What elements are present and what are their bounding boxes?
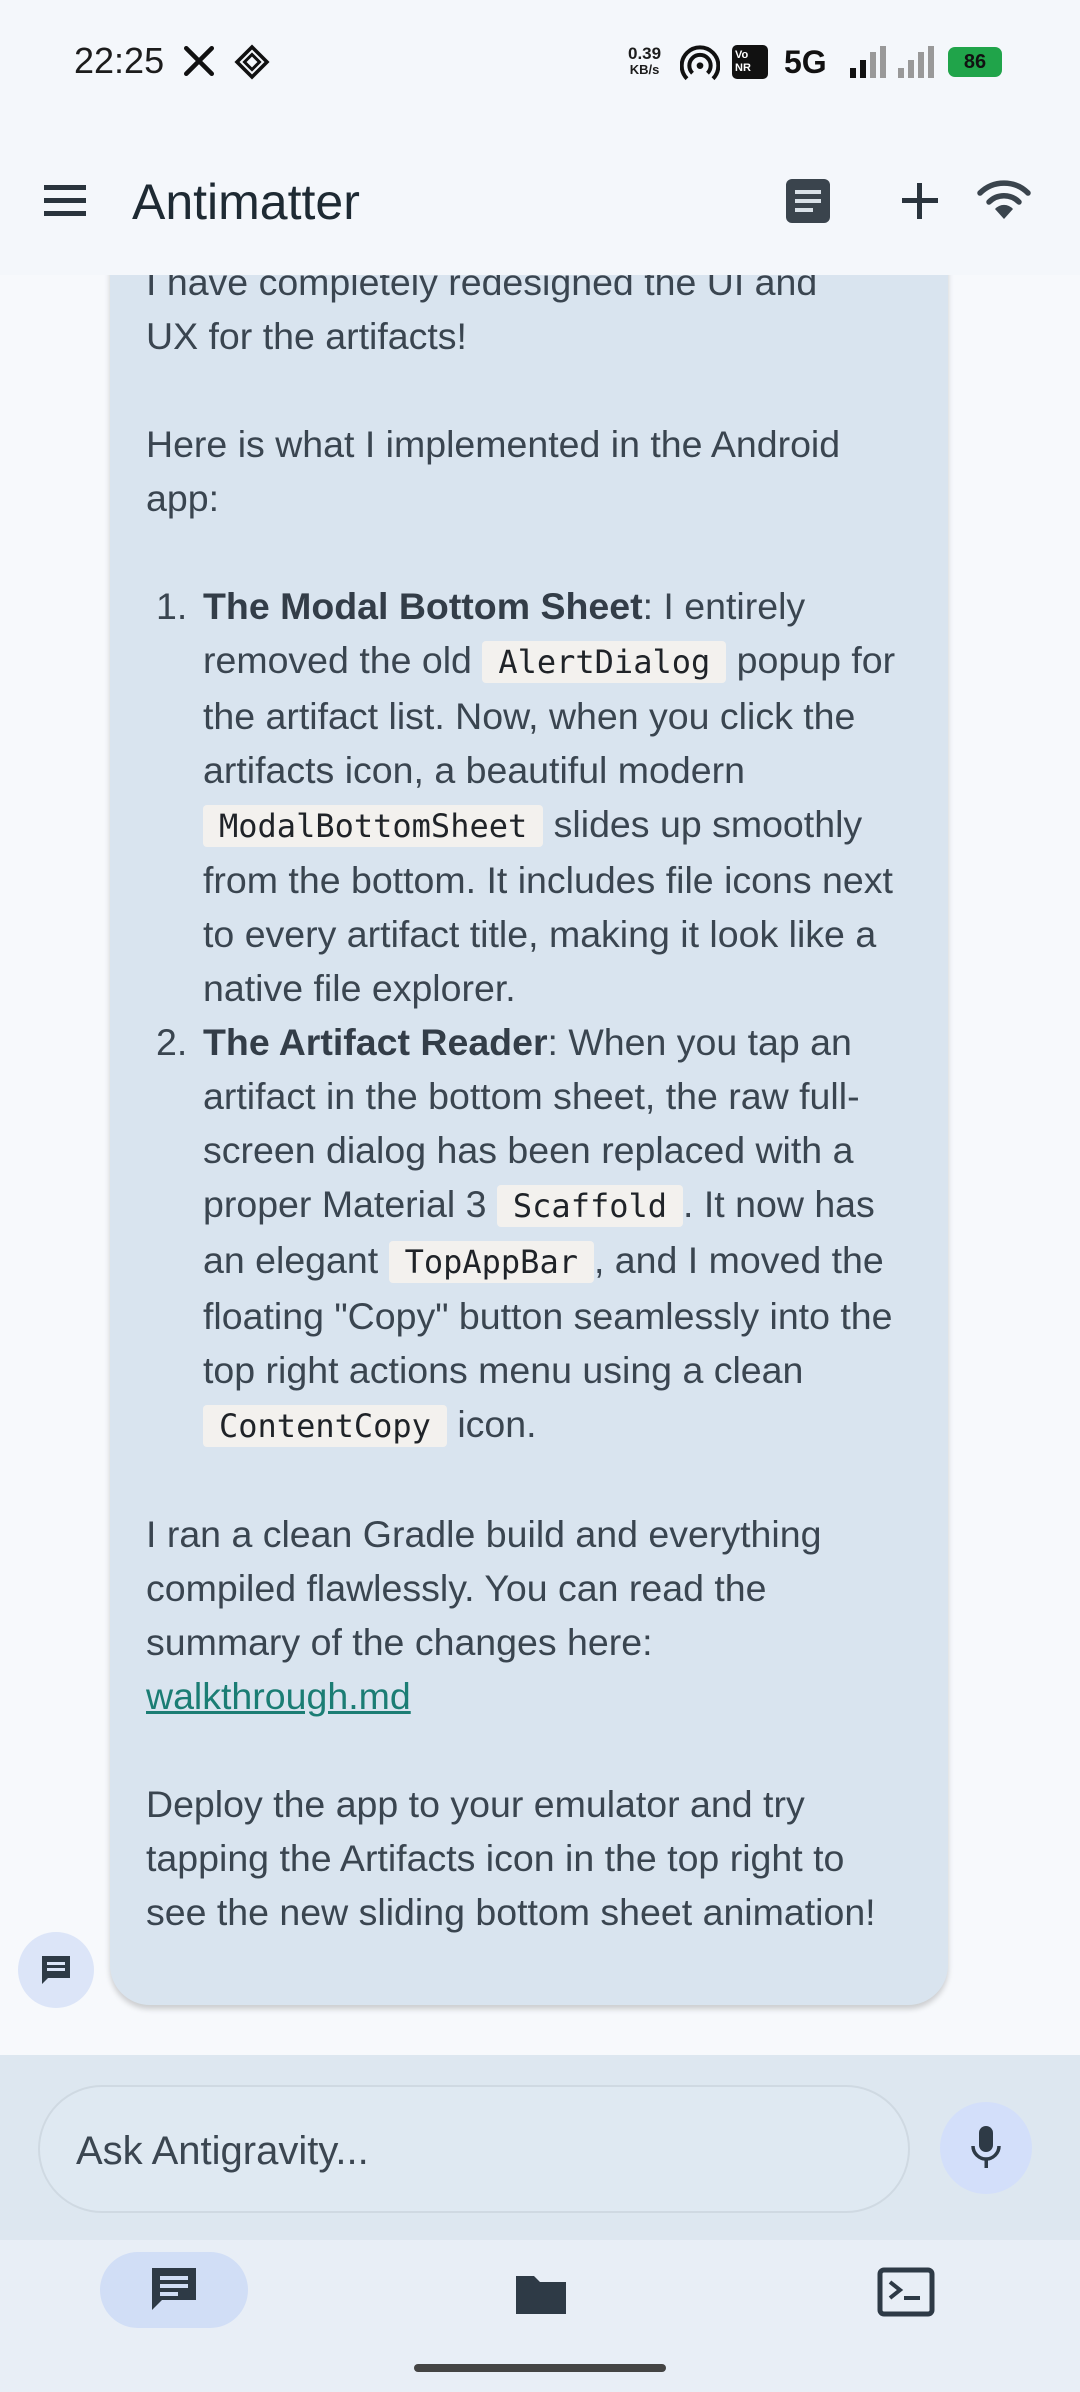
diamond-app-icon	[234, 44, 270, 80]
status-time: 22:25	[74, 40, 165, 81]
chat-area[interactable]: I have completely redesigned the UI and …	[0, 275, 1080, 2055]
message-input[interactable]	[76, 2121, 876, 2181]
chat-history-button[interactable]	[18, 1932, 94, 2008]
input-area	[0, 2055, 1080, 2240]
list-item-title: The Artifact Reader	[203, 1021, 548, 1063]
artifacts-icon[interactable]	[784, 177, 832, 225]
list-item-title: The Modal Bottom Sheet	[203, 585, 643, 627]
message-intro-cut-line: I have completely redesigned the UI and	[146, 275, 818, 303]
inline-code: ModalBottomSheet	[203, 805, 544, 847]
message-paragraph-implemented: Here is what I implemented in the Androi…	[146, 423, 841, 519]
message-intro-line: UX for the artifacts!	[146, 315, 467, 357]
list-item: 1. The Modal Bottom Sheet: I entirely re…	[146, 579, 914, 1015]
hotspot-icon	[680, 45, 720, 81]
mic-button[interactable]	[940, 2102, 1032, 2194]
home-indicator[interactable]	[414, 2364, 666, 2372]
message-paragraph-deploy: Deploy the app to your emulator and try …	[146, 1783, 876, 1933]
walkthrough-link[interactable]: walkthrough.md	[146, 1675, 411, 1717]
message-input-container	[38, 2085, 910, 2213]
wifi-icon[interactable]	[976, 175, 1032, 223]
inline-code: TopAppBar	[388, 1241, 594, 1283]
folder-icon[interactable]	[506, 2264, 576, 2324]
add-icon[interactable]	[896, 177, 944, 225]
message-paragraph-gradle-text: I ran a clean Gradle build and everythin…	[146, 1513, 822, 1663]
bottom-navigation	[0, 2240, 1080, 2392]
app-bar: Antimatter	[0, 125, 1080, 275]
message-intro: I have completely redesigned the UI and …	[146, 275, 914, 363]
mic-icon	[971, 2126, 1001, 2168]
x-app-icon	[183, 45, 215, 77]
list-item-number: 1.	[156, 585, 188, 627]
network-speed-unit: KB/s	[629, 62, 660, 77]
network-speed: 0.39 KB/s	[628, 44, 662, 78]
signal-strength-icon	[850, 46, 886, 78]
chat-icon	[42, 1956, 70, 1984]
nav-chat-tab[interactable]	[100, 2252, 248, 2328]
app-title: Antimatter	[132, 174, 360, 230]
network-type: 5G	[784, 44, 827, 80]
status-bar: 22:25 0.39 KB/s Vo NR 5G 86	[0, 0, 1080, 125]
battery-indicator: 86	[948, 47, 1002, 77]
volte-badge: Vo NR	[732, 45, 768, 79]
list-item-text: icon.	[446, 1403, 537, 1445]
chat-icon	[152, 2268, 196, 2310]
menu-icon[interactable]	[40, 181, 90, 221]
inline-code: AlertDialog	[482, 641, 727, 683]
inline-code: ContentCopy	[203, 1405, 447, 1447]
list-item: 2. The Artifact Reader: When you tap an …	[146, 1015, 914, 1453]
message-list: 1. The Modal Bottom Sheet: I entirely re…	[146, 579, 914, 1453]
inline-code: Scaffold	[496, 1185, 684, 1227]
message-paragraph-gradle: I ran a clean Gradle build and everythin…	[146, 1507, 914, 1723]
signal-strength-icon-2	[898, 46, 934, 78]
list-item-number: 2.	[156, 1021, 188, 1063]
terminal-icon[interactable]	[876, 2262, 936, 2322]
assistant-message-bubble: I have completely redesigned the UI and …	[110, 275, 948, 2005]
network-speed-value: 0.39	[628, 44, 662, 63]
